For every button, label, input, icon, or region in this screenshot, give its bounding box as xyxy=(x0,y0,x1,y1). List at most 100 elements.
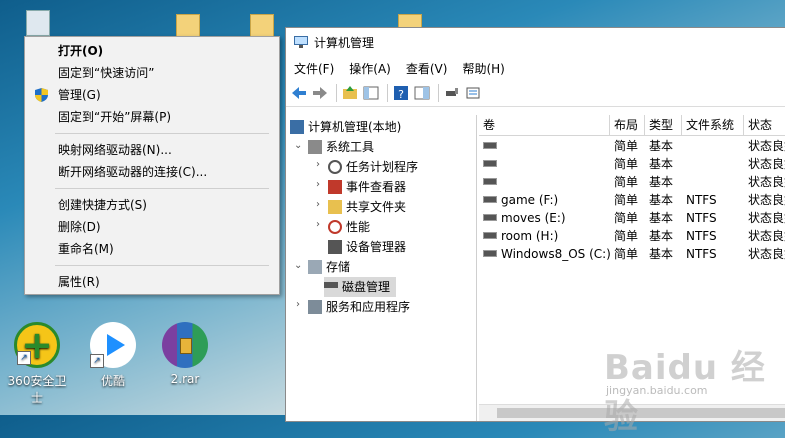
table-row[interactable]: 简单基本 状态良好 xyxy=(479,173,785,191)
menu-item-pin-start[interactable]: 固定到“开始”屏幕(P) xyxy=(25,106,279,128)
menu-view[interactable]: 查看(V) xyxy=(406,58,448,80)
type-cell: 基本 xyxy=(649,211,674,225)
desktop-icon-360[interactable]: ↗ 360安全卫士 xyxy=(2,322,72,406)
menu-help[interactable]: 帮助(H) xyxy=(462,58,504,80)
menu-item-create-shortcut[interactable]: 创建快捷方式(S) xyxy=(25,194,279,216)
column-header-volume[interactable]: 卷 xyxy=(479,115,610,135)
volume-name-cell xyxy=(483,173,501,191)
tree-item-services-apps[interactable]: 服务和应用程序 xyxy=(308,297,410,317)
volume-name-cell xyxy=(483,137,501,155)
title-bar[interactable]: 计算机管理 xyxy=(286,28,785,58)
menu-item-rename[interactable]: 重命名(M) xyxy=(25,238,279,260)
volume-name-cell: moves (E:) xyxy=(483,209,566,227)
column-header-filesystem[interactable]: 文件系统 xyxy=(682,115,744,135)
table-row[interactable]: room (H:) 简单基本 NTFS 状态良好 xyxy=(479,227,785,245)
menu-separator xyxy=(55,133,269,134)
event-viewer-icon xyxy=(328,179,342,194)
desktop-icon-label: 2.rar xyxy=(170,372,200,386)
layout-cell: 简单 xyxy=(614,247,639,261)
tools-icon xyxy=(308,139,322,154)
menu-item-delete[interactable]: 删除(D) xyxy=(25,216,279,238)
chevron-right-icon[interactable]: › xyxy=(296,299,300,310)
menu-item-manage[interactable]: 管理(G) xyxy=(25,84,279,106)
drive-icon xyxy=(483,214,497,221)
connect-drive-icon[interactable] xyxy=(443,84,461,102)
forward-arrow-icon[interactable] xyxy=(311,84,329,102)
status-cell: 状态良好 xyxy=(748,157,785,171)
chevron-right-icon[interactable]: › xyxy=(316,179,320,190)
toolbar-separator xyxy=(336,84,337,102)
tree-item-system-tools[interactable]: 系统工具 xyxy=(308,137,374,157)
menu-file[interactable]: 文件(F) xyxy=(294,58,334,80)
menu-item-pin-quick-access[interactable]: 固定到“快速访问” xyxy=(25,62,279,84)
menu-action[interactable]: 操作(A) xyxy=(349,58,391,80)
desktop-icon-rar[interactable]: 2.rar xyxy=(150,322,220,386)
filesystem-cell: NTFS xyxy=(686,193,717,207)
show-action-pane-icon[interactable] xyxy=(413,84,431,102)
chevron-right-icon[interactable]: › xyxy=(316,159,320,170)
type-cell: 基本 xyxy=(649,175,674,189)
status-cell: 状态良好 xyxy=(748,229,785,243)
help-icon[interactable]: ? xyxy=(392,84,410,102)
shield-icon xyxy=(35,88,48,102)
menu-item-map-drive[interactable]: 映射网络驱动器(N)... xyxy=(25,139,279,161)
tree-item-performance[interactable]: 性能 xyxy=(328,217,370,237)
filesystem-cell: NTFS xyxy=(686,211,717,225)
chevron-down-icon[interactable]: ⌄ xyxy=(294,260,302,271)
desktop-icon-label: 优酷 xyxy=(100,374,125,388)
drive-icon xyxy=(483,142,497,149)
tree-item-storage[interactable]: 存储 xyxy=(308,257,350,277)
menu-item-open[interactable]: 打开(O) xyxy=(25,40,279,62)
device-manager-icon xyxy=(328,239,342,254)
drive-icon xyxy=(483,178,497,185)
status-cell: 状态良好 xyxy=(748,247,785,261)
tree-item-shared-folders[interactable]: 共享文件夹 xyxy=(328,197,406,217)
tree-item-device-manager[interactable]: 设备管理器 xyxy=(328,237,406,257)
column-header-status[interactable]: 状态 xyxy=(744,115,785,135)
menu-item-properties[interactable]: 属性(R) xyxy=(25,271,279,293)
desktop-icon-youku[interactable]: ↗ 优酷 xyxy=(78,322,148,389)
table-row[interactable]: 简单基本 状态良好 xyxy=(479,137,785,155)
layout-cell: 简单 xyxy=(614,175,639,189)
type-cell: 基本 xyxy=(649,229,674,243)
drive-icon xyxy=(483,250,497,257)
status-cell: 状态良好 xyxy=(748,139,785,153)
volume-name: game (F:) xyxy=(501,193,559,207)
storage-icon xyxy=(308,259,322,274)
tree-item-root[interactable]: 计算机管理(本地) xyxy=(290,117,401,137)
winrar-archive-icon xyxy=(162,322,208,368)
toolbar-separator xyxy=(438,84,439,102)
properties-icon[interactable] xyxy=(464,84,482,102)
up-folder-icon[interactable] xyxy=(341,84,359,102)
chevron-right-icon[interactable]: › xyxy=(316,219,320,230)
tree-item-task-scheduler[interactable]: 任务计划程序 xyxy=(328,157,418,177)
table-row[interactable]: game (F:) 简单基本 NTFS 状态良好 xyxy=(479,191,785,209)
volume-name: room (H:) xyxy=(501,229,559,243)
window-title: 计算机管理 xyxy=(314,36,375,50)
disk-icon xyxy=(324,281,338,288)
column-header-type[interactable]: 类型 xyxy=(645,115,682,135)
layout-cell: 简单 xyxy=(614,157,639,171)
menu-item-disconnect-drive[interactable]: 断开网络驱动器的连接(C)... xyxy=(25,161,279,183)
context-menu: 打开(O) 固定到“快速访问” 管理(G) 固定到“开始”屏幕(P) 映射网络驱… xyxy=(24,36,280,295)
table-row[interactable]: 简单基本 状态良好 xyxy=(479,155,785,173)
filesystem-cell: NTFS xyxy=(686,229,717,243)
drive-icon xyxy=(483,232,497,239)
layout-cell: 简单 xyxy=(614,229,639,243)
tree-item-event-viewer[interactable]: 事件查看器 xyxy=(328,177,406,197)
menu-bar: 文件(F) 操作(A) 查看(V) 帮助(H) xyxy=(286,58,785,80)
volume-name-cell xyxy=(483,155,501,173)
show-hide-tree-icon[interactable] xyxy=(362,84,380,102)
filesystem-cell: NTFS xyxy=(686,247,717,261)
chevron-right-icon[interactable]: › xyxy=(316,199,320,210)
tree-item-disk-management[interactable]: 磁盘管理 xyxy=(324,277,397,297)
table-row[interactable]: moves (E:) 简单基本 NTFS 状态良好 xyxy=(479,209,785,227)
volume-name-cell: Windows8_OS (C:) xyxy=(483,245,611,263)
back-arrow-icon[interactable] xyxy=(290,84,308,102)
table-row[interactable]: Windows8_OS (C:)简单基本 NTFS 状态良好 xyxy=(479,245,785,263)
drive-icon xyxy=(483,196,497,203)
computer-management-icon xyxy=(294,36,308,48)
column-header-layout[interactable]: 布局 xyxy=(610,115,645,135)
chevron-down-icon[interactable]: ⌄ xyxy=(294,140,302,151)
recycle-bin-icon[interactable] xyxy=(26,10,50,36)
